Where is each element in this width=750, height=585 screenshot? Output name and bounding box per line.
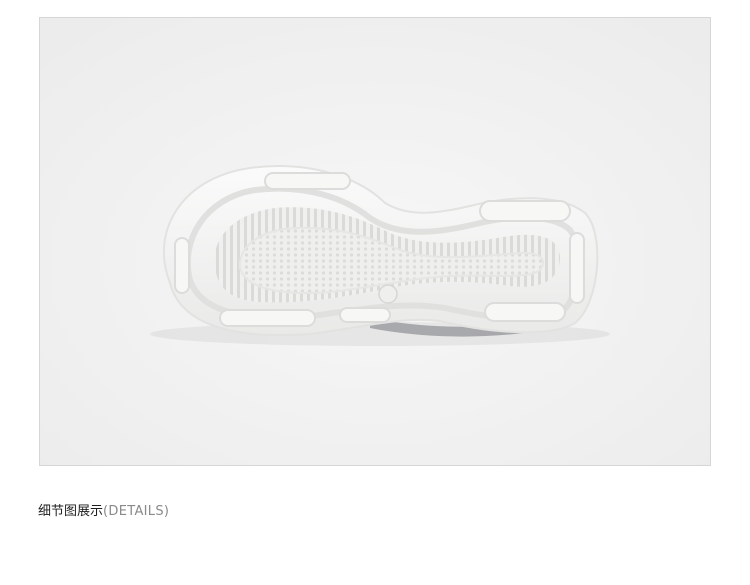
shoe-sole-image xyxy=(40,18,710,465)
sole-logo-emblem xyxy=(378,284,398,304)
product-detail-photo xyxy=(39,17,711,466)
section-caption: 细节图展示(DETAILS) xyxy=(38,503,169,521)
caption-title: 细节图展示 xyxy=(38,504,104,519)
caption-subtitle: (DETAILS) xyxy=(103,504,170,519)
